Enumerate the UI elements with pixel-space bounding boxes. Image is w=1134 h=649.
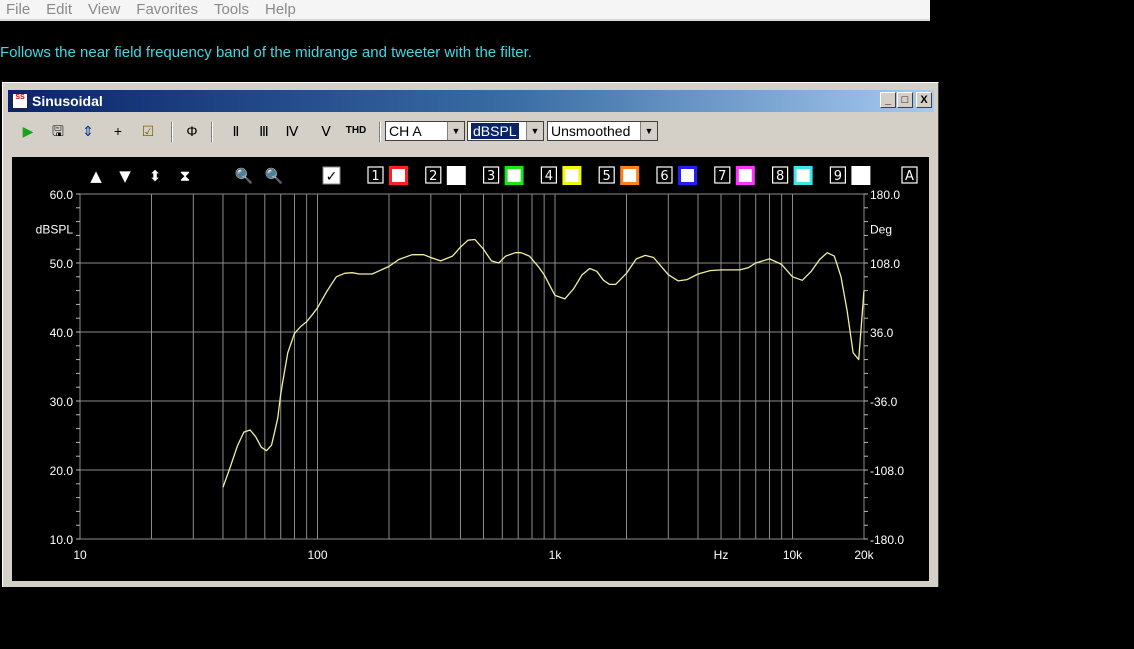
page-caption: Follows the near field frequency band of…	[0, 44, 532, 61]
trace-8-swatch-inner	[796, 169, 810, 182]
trace-5-label: 5	[603, 169, 611, 184]
trace-9-swatch-inner	[854, 169, 868, 182]
marker-icon[interactable]: ⇕	[77, 121, 99, 141]
y2-tick-label: 180.0	[870, 188, 900, 202]
y-tick-label: 20.0	[50, 464, 74, 478]
y-tick-label: 10.0	[50, 533, 74, 547]
menu-item-tools[interactable]: Tools	[214, 1, 249, 19]
unit-select[interactable]: dBSPL ▼	[467, 121, 544, 141]
play-icon[interactable]: ▶	[17, 121, 39, 141]
toolbar-separator	[379, 122, 381, 142]
x-tick-label: 1k	[549, 548, 563, 562]
collapse-vertical-icon[interactable]: ⧗	[180, 167, 191, 185]
trace-7-swatch-inner	[738, 169, 752, 182]
frequency-response-line	[222, 238, 865, 488]
smoothing-select[interactable]: Unsmoothed ▼	[547, 121, 658, 141]
channel-value: CH A	[389, 123, 422, 139]
channel-select[interactable]: CH A ▼	[385, 121, 465, 141]
toolbar-separator	[171, 122, 173, 142]
trace-6-label: 6	[660, 169, 668, 184]
minimize-button[interactable]: _	[880, 92, 896, 108]
y2-tick-label: -36.0	[870, 395, 898, 409]
roman-3-icon[interactable]: Ⅲ	[253, 121, 275, 141]
y2-tick-label: -180.0	[870, 533, 904, 547]
checkmark-icon: ✓	[326, 169, 338, 185]
auto-scale-label: A	[905, 169, 914, 184]
trace-1-label: 1	[371, 169, 379, 184]
window-title: Sinusoidal	[32, 93, 103, 109]
y-tick-label: 30.0	[50, 395, 74, 409]
chevron-down-icon[interactable]: ▼	[640, 122, 657, 140]
plot-area[interactable]: 60.0 50.0 40.0 30.0 20.0 10.0 180.0 108.0 36.0 -3…	[12, 157, 929, 649]
y-tick-label: 60.0	[50, 188, 74, 202]
menu-item-edit[interactable]: Edit	[46, 1, 72, 19]
y2-tick-label: 108.0	[870, 257, 900, 271]
trace-7-label: 7	[718, 169, 726, 184]
menu-item-file[interactable]: File	[6, 1, 30, 19]
trace-8-label: 8	[776, 169, 784, 184]
menu-item-favorites[interactable]: Favorites	[136, 1, 198, 19]
y2-tick-label: 36.0	[870, 326, 894, 340]
phase-icon[interactable]: Φ	[181, 121, 203, 141]
menu-item-view[interactable]: View	[88, 1, 120, 19]
maximize-button[interactable]: □	[897, 92, 913, 108]
menu-bar: File Edit View Favorites Tools Help	[0, 0, 930, 21]
close-button[interactable]: X	[916, 92, 932, 108]
trace-1-swatch-inner	[392, 169, 405, 182]
zoom-in-icon[interactable]: 🔍	[235, 166, 254, 185]
roman-2-icon[interactable]: Ⅱ	[225, 121, 247, 141]
smoothing-value: Unsmoothed	[551, 123, 631, 139]
thd-button[interactable]: THD	[341, 121, 371, 141]
trace-3-swatch-inner	[507, 169, 521, 182]
trace-4-swatch-inner	[565, 169, 579, 182]
menu-item-help[interactable]: Help	[265, 1, 296, 19]
x-tick-label: 20k	[854, 548, 874, 562]
expand-vertical-icon[interactable]: ⬍	[149, 167, 162, 185]
x-tick-label: 100	[307, 548, 327, 562]
trace-6-swatch-inner	[681, 169, 694, 182]
app-icon: SS	[12, 93, 28, 109]
arrow-up-icon[interactable]: ▲	[90, 167, 102, 185]
trace-2-swatch-inner	[449, 169, 463, 182]
trace-3-label: 3	[487, 169, 495, 184]
chevron-down-icon[interactable]: ▼	[447, 122, 464, 140]
y-axis-label: dBSPL	[36, 223, 74, 237]
roman-4-icon[interactable]: Ⅳ	[281, 121, 303, 141]
status-bar	[3, 581, 938, 587]
sinusoidal-window: SS Sinusoidal _ □ X ▶ 🖫 ⇕ + ☑ Φ Ⅱ Ⅲ Ⅳ Ⅴ THD CH A ▼…	[2, 82, 939, 649]
y2-tick-label: -108.0	[870, 464, 904, 478]
frequency-response-chart: 60.0 50.0 40.0 30.0 20.0 10.0 180.0 108.0 36.0 -3…	[36, 166, 918, 562]
toolbar: ▶ 🖫 ⇕ + ☑ Φ Ⅱ Ⅲ Ⅳ Ⅴ THD CH A ▼ dBSPL ▼ Unsmoothed …	[11, 119, 931, 143]
trace-9-label: 9	[834, 169, 842, 184]
y-tick-label: 50.0	[50, 257, 74, 271]
save-icon[interactable]: 🖫	[47, 121, 69, 141]
chevron-down-icon[interactable]: ▼	[526, 122, 543, 140]
trace-5-swatch-inner	[623, 169, 637, 182]
x-tick-label: 10	[73, 548, 87, 562]
cursor-icon[interactable]: +	[107, 121, 129, 141]
trace-2-label: 2	[429, 169, 437, 184]
check-icon[interactable]: ☑	[137, 121, 159, 141]
roman-5-icon[interactable]: Ⅴ	[315, 121, 337, 141]
y2-axis-label: Deg	[870, 223, 892, 237]
unit-value: dBSPL	[471, 123, 519, 139]
zoom-out-icon[interactable]: 🔍	[265, 166, 284, 185]
trace-4-label: 4	[545, 169, 553, 184]
x-tick-label: 10k	[783, 548, 803, 562]
x-axis-label: Hz	[714, 548, 729, 562]
toolbar-separator	[211, 122, 213, 142]
y-tick-label: 40.0	[50, 326, 74, 340]
window-titlebar[interactable]: SS Sinusoidal _ □ X	[8, 90, 934, 112]
arrow-down-icon[interactable]: ▼	[119, 167, 131, 185]
